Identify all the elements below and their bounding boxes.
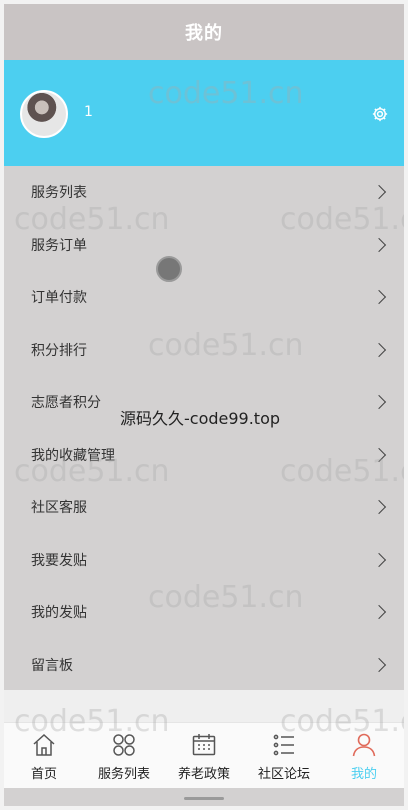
menu-item-label: 服务订单 bbox=[31, 237, 87, 254]
grid-icon bbox=[113, 734, 135, 756]
menu-item-label: 我要发贴 bbox=[31, 552, 87, 569]
home-indicator bbox=[184, 797, 224, 800]
tab-home[interactable]: 首页 bbox=[4, 723, 84, 788]
tab-elderly-policy[interactable]: 养老政策 bbox=[164, 723, 244, 788]
app-frame: 我的 1 服务列表 服务订单 订单付款 积分排行 志愿者积分 我的收藏管理 社区… bbox=[4, 4, 404, 806]
chevron-right-icon bbox=[371, 447, 387, 462]
touch-indicator bbox=[156, 256, 182, 282]
menu-item-new-post[interactable]: 我要发贴 bbox=[4, 534, 404, 587]
tab-label: 首页 bbox=[30, 767, 57, 782]
user-id: 1 bbox=[84, 104, 93, 120]
chevron-right-icon bbox=[371, 185, 387, 200]
tab-label: 社区论坛 bbox=[257, 767, 310, 782]
menu-item-order-payment[interactable]: 订单付款 bbox=[4, 271, 404, 324]
avatar[interactable] bbox=[20, 90, 68, 138]
menu-item-label: 订单付款 bbox=[31, 290, 87, 307]
menu-item-points-ranking[interactable]: 积分排行 bbox=[4, 324, 404, 377]
person-icon bbox=[352, 733, 376, 757]
profile-header: 1 bbox=[4, 60, 404, 166]
chevron-right-icon bbox=[371, 342, 387, 357]
menu-item-favorites[interactable]: 我的收藏管理 bbox=[4, 429, 404, 482]
menu-item-community-service[interactable]: 社区客服 bbox=[4, 481, 404, 534]
menu-item-label: 我的发贴 bbox=[31, 605, 87, 622]
chevron-right-icon bbox=[371, 395, 387, 410]
menu-item-label: 志愿者积分 bbox=[31, 395, 101, 412]
title-bar: 我的 bbox=[4, 4, 404, 60]
chevron-right-icon bbox=[371, 290, 387, 305]
menu-item-label: 留言板 bbox=[31, 657, 73, 674]
chevron-right-icon bbox=[371, 500, 387, 515]
tab-mine[interactable]: 我的 bbox=[324, 723, 404, 788]
page-title: 我的 bbox=[185, 23, 223, 44]
chevron-right-icon bbox=[371, 552, 387, 567]
chevron-right-icon bbox=[371, 605, 387, 620]
menu-item-service-orders[interactable]: 服务订单 bbox=[4, 219, 404, 272]
bottom-tabbar: 首页 服务列表 养老政策 社区论坛 我的 bbox=[4, 722, 404, 788]
calendar-icon bbox=[192, 734, 216, 756]
menu-item-my-posts[interactable]: 我的发贴 bbox=[4, 586, 404, 639]
menu-item-label: 服务列表 bbox=[31, 185, 87, 202]
chevron-right-icon bbox=[371, 657, 387, 672]
menu-item-label: 积分排行 bbox=[31, 342, 87, 359]
chevron-right-icon bbox=[371, 237, 387, 252]
menu-item-message-board[interactable]: 留言板 bbox=[4, 639, 404, 692]
home-icon bbox=[33, 733, 55, 756]
tab-label: 养老政策 bbox=[177, 767, 230, 782]
menu-item-service-list[interactable]: 服务列表 bbox=[4, 166, 404, 219]
watermark-center: 源码久久-code99.top bbox=[120, 409, 281, 428]
menu-item-label: 社区客服 bbox=[31, 500, 87, 517]
tab-label: 服务列表 bbox=[97, 767, 150, 782]
tab-service-list[interactable]: 服务列表 bbox=[84, 723, 164, 788]
gear-icon[interactable] bbox=[370, 104, 390, 124]
list-icon bbox=[273, 734, 294, 756]
tab-label: 我的 bbox=[350, 767, 377, 782]
tab-community-forum[interactable]: 社区论坛 bbox=[244, 723, 324, 788]
menu-item-label: 我的收藏管理 bbox=[31, 447, 115, 464]
